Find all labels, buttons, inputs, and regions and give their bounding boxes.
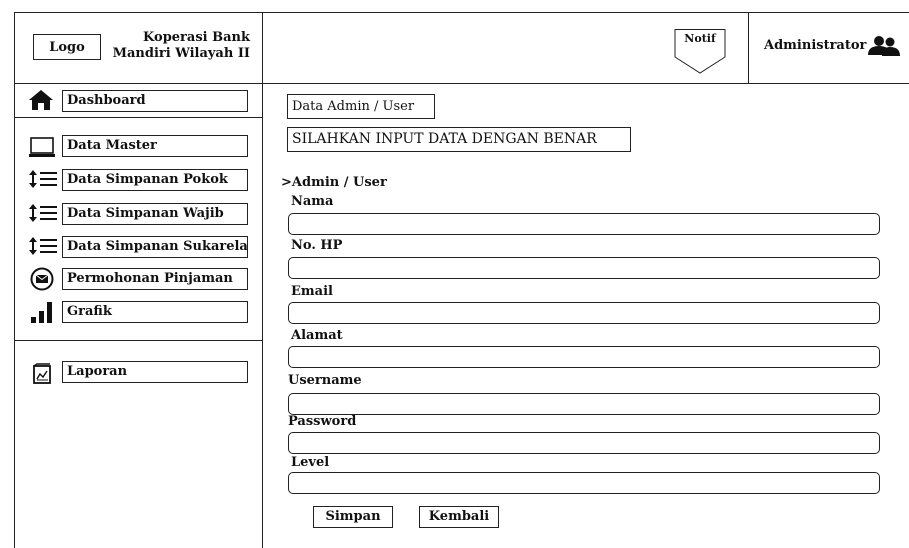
- bar-chart-icon: [30, 299, 56, 329]
- users-icon[interactable]: [867, 35, 901, 61]
- level-input[interactable]: [288, 472, 880, 494]
- sort-list-icon: [28, 236, 58, 260]
- user-divider: [748, 12, 749, 83]
- email-input[interactable]: [288, 302, 880, 324]
- sidebar-divider: [262, 12, 263, 548]
- notif-button[interactable]: Notif: [665, 29, 735, 75]
- monitor-icon: [28, 137, 56, 163]
- sidebar-item-simpanan-pokok[interactable]: Data Simpanan Pokok: [62, 169, 248, 191]
- no-hp-input[interactable]: [288, 257, 880, 279]
- app-title-line2: Mandiri Wilayah II: [112, 46, 250, 61]
- label-username: Username: [288, 373, 362, 388]
- notif-label: Notif: [684, 32, 716, 45]
- save-button[interactable]: Simpan: [313, 506, 393, 528]
- sidebar-item-data-master[interactable]: Data Master: [62, 135, 248, 157]
- sidebar-item-permohonan-pinjaman[interactable]: Permohonan Pinjaman: [62, 268, 248, 290]
- header-divider: [14, 83, 909, 84]
- sidebar-item-simpanan-wajib[interactable]: Data Simpanan Wajib: [62, 203, 248, 225]
- nama-input[interactable]: [288, 213, 880, 235]
- sidebar-group-divider-1: [14, 117, 262, 118]
- instruction-banner: SILAHKAN INPUT DATA DENGAN BENAR: [287, 127, 631, 152]
- label-alamat: Alamat: [291, 328, 343, 343]
- sidebar-item-simpanan-sukarela[interactable]: Data Simpanan Sukarela: [62, 236, 248, 258]
- app-title: Koperasi Bank Mandiri Wilayah II: [108, 30, 250, 62]
- home-icon: [28, 89, 54, 115]
- logo: Logo: [33, 34, 101, 60]
- label-level: Level: [291, 455, 330, 470]
- back-button[interactable]: Kembali: [419, 506, 499, 528]
- username-input[interactable]: [288, 393, 880, 415]
- alamat-input[interactable]: [288, 346, 880, 368]
- report-icon: [31, 363, 53, 389]
- sidebar-item-laporan[interactable]: Laporan: [62, 361, 248, 383]
- page-title: Data Admin / User: [287, 94, 435, 119]
- sidebar-item-grafik[interactable]: Grafik: [62, 301, 248, 323]
- label-password: Password: [288, 414, 357, 429]
- label-email: Email: [291, 284, 333, 299]
- sort-list-icon: [28, 169, 58, 193]
- sidebar-item-dashboard[interactable]: Dashboard: [62, 90, 248, 112]
- sidebar-group-divider-2: [14, 340, 262, 341]
- password-input[interactable]: [288, 432, 880, 454]
- sort-list-icon: [28, 203, 58, 227]
- label-nama: Nama: [291, 194, 334, 209]
- app-title-line1: Koperasi Bank: [143, 30, 250, 45]
- label-no-hp: No. HP: [291, 238, 343, 253]
- user-name[interactable]: Administrator: [764, 38, 866, 53]
- mail-icon: [30, 267, 54, 295]
- breadcrumb: >Admin / User: [281, 175, 387, 190]
